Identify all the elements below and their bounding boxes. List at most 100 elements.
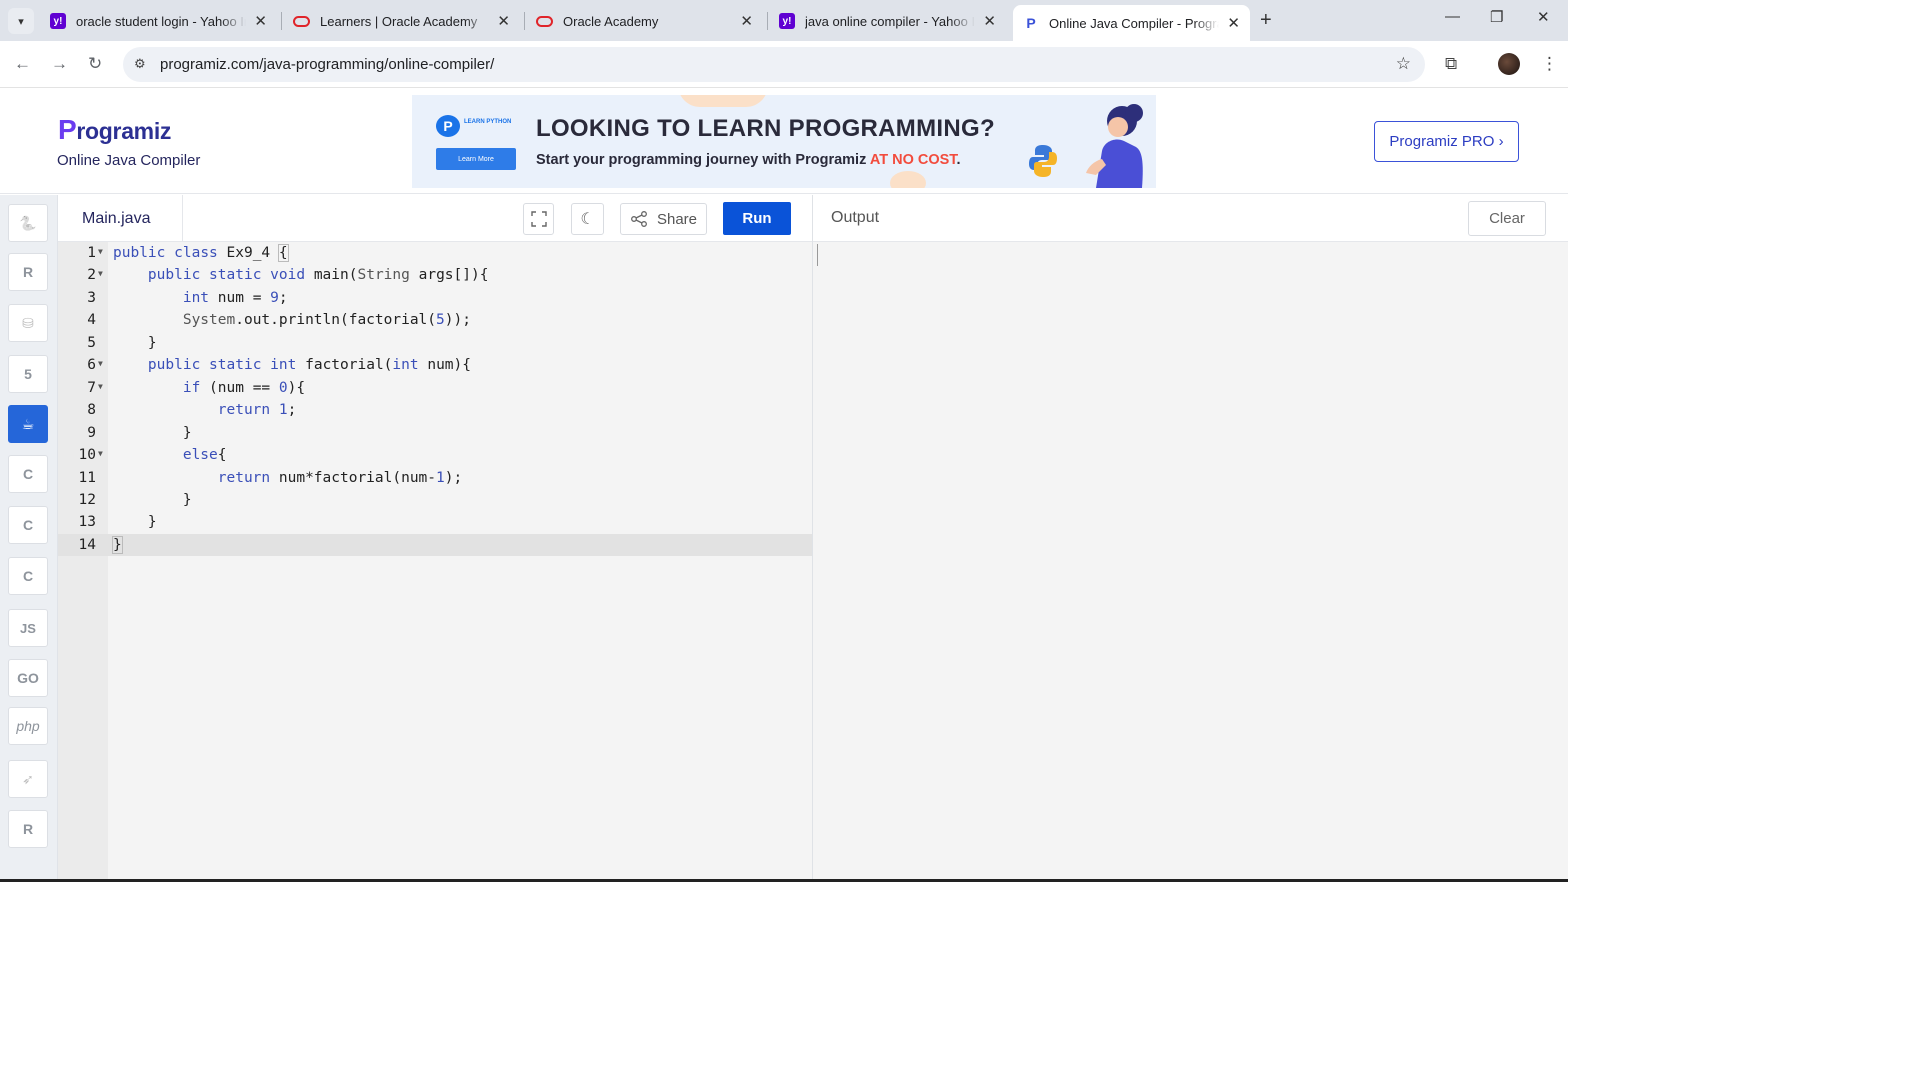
fold-arrow-icon[interactable]: ▼ — [98, 443, 103, 466]
minimize-button[interactable]: — — [1445, 8, 1460, 25]
share-button[interactable]: Share — [620, 203, 707, 235]
language-java-icon[interactable]: ☕ — [8, 405, 48, 443]
editor-toolbar: Main.java ☾ Share Run — [58, 195, 813, 242]
line-number: 13 — [78, 514, 96, 531]
close-window-button[interactable]: ✕ — [1537, 8, 1550, 26]
language-html-icon[interactable]: 5 — [8, 355, 48, 393]
rust-icon: R — [22, 821, 34, 837]
code-line[interactable]: 4 System.out.println(factorial(5)); — [58, 309, 813, 332]
language-c-icon[interactable]: C — [8, 455, 48, 493]
forward-arrow-icon[interactable]: → — [51, 54, 68, 74]
code-line[interactable]: 14} — [58, 533, 813, 557]
close-tab-icon[interactable]: ✕ — [497, 12, 510, 30]
language-python-icon[interactable]: 🐍 — [8, 204, 48, 242]
close-tab-icon[interactable]: ✕ — [1227, 14, 1240, 32]
browser-tab[interactable]: y! oracle student login - Yahoo Inc ✕ — [40, 6, 277, 36]
close-tab-icon[interactable]: ✕ — [740, 12, 753, 30]
code-line[interactable]: 9 } — [58, 422, 813, 445]
close-tab-icon[interactable]: ✕ — [983, 12, 996, 30]
fold-arrow-icon[interactable]: ▼ — [98, 353, 103, 376]
fold-arrow-icon[interactable]: ▼ — [98, 376, 103, 399]
file-tab-main-java[interactable]: Main.java — [58, 195, 183, 242]
extensions-icon[interactable]: ⧉ — [1445, 54, 1457, 74]
share-label: Share — [656, 210, 698, 228]
new-tab-button[interactable]: + — [1260, 9, 1272, 32]
code-text[interactable]: public static int factorial(int num){ — [113, 354, 471, 377]
bookmark-star-icon[interactable]: ☆ — [1396, 54, 1411, 74]
dark-mode-button[interactable]: ☾ — [571, 203, 604, 235]
site-info-icon[interactable]: ⚙ — [134, 56, 146, 72]
c-icon: C — [22, 466, 34, 482]
browser-menu-icon[interactable]: ⋮ — [1541, 54, 1558, 74]
js-icon: JS — [20, 620, 36, 636]
code-line[interactable]: 13 } — [58, 511, 813, 534]
code-text[interactable]: public class Ex9_4 { — [113, 242, 289, 265]
cpp-icon: C — [22, 517, 34, 533]
logo-text: rogramiz — [76, 118, 172, 144]
programiz-logo[interactable]: Programiz — [58, 114, 171, 146]
language-swift-icon[interactable]: ➶ — [8, 760, 48, 798]
browser-tab-strip: ▾ y! oracle student login - Yahoo Inc ✕ Lea… — [0, 0, 1568, 41]
reload-icon[interactable]: ↻ — [88, 54, 102, 74]
tab-search-button[interactable]: ▾ — [8, 8, 34, 34]
code-text[interactable]: if (num == 0){ — [113, 377, 305, 400]
close-tab-icon[interactable]: ✕ — [254, 12, 267, 30]
oracle-icon — [536, 15, 553, 27]
code-text[interactable]: } — [113, 489, 192, 512]
code-text[interactable]: } — [113, 332, 157, 355]
tab-separator — [767, 12, 768, 30]
clear-button[interactable]: Clear — [1468, 201, 1546, 236]
code-text[interactable]: } — [113, 511, 157, 534]
language-sql-icon[interactable]: ⛁ — [8, 304, 48, 342]
url-text[interactable]: programiz.com/java-programming/online-co… — [160, 56, 494, 73]
language-go-icon[interactable]: GO — [8, 659, 48, 697]
ad-banner[interactable]: P LEARN PYTHON Learn More LOOKING TO LEA… — [412, 95, 1156, 188]
line-number: 5 — [87, 334, 96, 351]
code-line[interactable]: 3 int num = 9; — [58, 287, 813, 310]
browser-tab[interactable]: Learners | Oracle Academy ✕ — [283, 6, 520, 36]
code-line[interactable]: 1 ▼ public class Ex9_4 { — [58, 242, 813, 265]
code-text[interactable]: else{ — [113, 444, 227, 467]
code-line[interactable]: 8 return 1; — [58, 399, 813, 422]
code-line[interactable]: 2 ▼ public static void main(String args[]… — [58, 264, 813, 287]
language-php-icon[interactable]: php — [8, 707, 48, 745]
language-r-icon[interactable]: R — [8, 253, 48, 291]
language-csharp-icon[interactable]: C — [8, 557, 48, 595]
code-text[interactable]: } — [112, 534, 123, 557]
programiz-pro-button[interactable]: Programiz PRO › — [1374, 121, 1519, 162]
code-line[interactable]: 12 } — [58, 489, 813, 512]
run-button[interactable]: Run — [723, 202, 791, 235]
browser-tab[interactable]: y! java online compiler - Yahoo Inc ✕ — [769, 6, 1006, 36]
fullscreen-button[interactable] — [523, 203, 554, 235]
code-line[interactable]: 6 ▼ public static int factorial(int num){ — [58, 354, 813, 377]
code-text[interactable]: } — [113, 422, 192, 445]
line-number: 10 — [78, 447, 96, 464]
restore-button[interactable]: ❐ — [1490, 8, 1503, 26]
code-line[interactable]: 10 ▼ else{ — [58, 444, 813, 467]
line-number: 1 — [87, 245, 96, 261]
back-arrow-icon[interactable]: ← — [14, 54, 31, 74]
address-bar[interactable]: ⚙ programiz.com/java-programming/online-… — [123, 47, 1425, 82]
fold-arrow-icon[interactable]: ▼ — [98, 263, 103, 286]
code-text[interactable]: return 1; — [113, 399, 297, 422]
code-text[interactable]: int num = 9; — [113, 287, 288, 310]
code-text[interactable]: return num*factorial(num-1); — [113, 467, 462, 490]
browser-tab[interactable]: P Online Java Compiler - Programiz ✕ — [1013, 5, 1250, 41]
language-js-icon[interactable]: JS — [8, 609, 48, 647]
code-line[interactable]: 11 return num*factorial(num-1); — [58, 467, 813, 490]
code-line[interactable]: 7 ▼ if (num == 0){ — [58, 377, 813, 400]
output-console[interactable] — [813, 242, 1568, 882]
code-editor[interactable]: 1 ▼ public class Ex9_4 {2 ▼ public static v… — [58, 242, 813, 882]
profile-avatar[interactable] — [1498, 53, 1520, 75]
code-text[interactable]: System.out.println(factorial(5)); — [113, 309, 471, 332]
learn-more-button[interactable]: Learn More — [436, 148, 516, 170]
code-text[interactable]: public static void main(String args[]){ — [113, 264, 489, 287]
browser-tab[interactable]: Oracle Academy ✕ — [526, 6, 763, 36]
code-line[interactable]: 5 } — [58, 332, 813, 355]
csharp-icon: C — [22, 568, 34, 584]
language-rust-icon[interactable]: R — [8, 810, 48, 848]
fold-arrow-icon[interactable]: ▼ — [98, 241, 103, 264]
line-number: 2 — [87, 267, 96, 284]
language-cpp-icon[interactable]: C — [8, 506, 48, 544]
php-icon: php — [16, 718, 40, 734]
